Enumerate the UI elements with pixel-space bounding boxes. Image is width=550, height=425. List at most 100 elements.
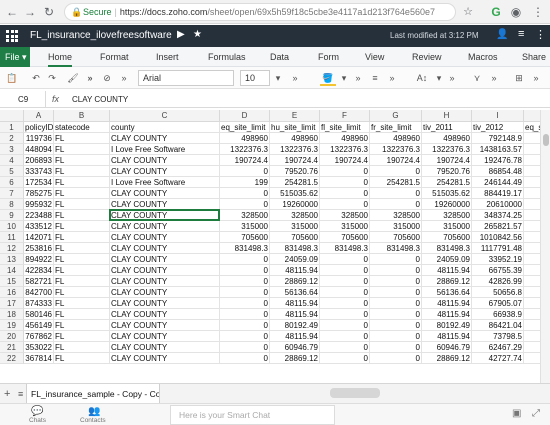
table-cell[interactable]: 498960 (422, 133, 472, 144)
table-cell[interactable]: CLAY COUNTY (110, 221, 220, 232)
row-header[interactable]: 16 (0, 287, 24, 298)
table-cell[interactable]: 0 (370, 265, 422, 276)
row-header[interactable]: 8 (0, 199, 24, 210)
tab-formulas[interactable]: Formulas (208, 47, 246, 67)
more-chevron-icon[interactable]: » (352, 70, 364, 86)
table-cell[interactable]: 246144.49 (472, 177, 524, 188)
header-cell[interactable]: tiv_2012 (472, 122, 524, 133)
table-cell[interactable]: FL (54, 309, 110, 320)
table-cell[interactable]: 48115.94 (270, 331, 320, 342)
table-cell[interactable]: FL (54, 166, 110, 177)
forward-icon[interactable]: → (22, 4, 38, 20)
table-cell[interactable]: 515035.62 (270, 188, 320, 199)
user-icon[interactable]: 👤 (496, 29, 508, 40)
header-cell[interactable]: fr_site_limit (370, 122, 422, 133)
table-cell[interactable]: FL (54, 199, 110, 210)
table-cell[interactable]: 0 (370, 342, 422, 353)
table-cell[interactable]: 80192.49 (270, 320, 320, 331)
undo-icon[interactable]: ↶ (30, 70, 42, 86)
table-cell[interactable]: 1438163.57 (472, 144, 524, 155)
table-cell[interactable]: 705600 (370, 232, 422, 243)
table-cell[interactable]: 0 (320, 353, 370, 364)
tab-macros[interactable]: Macros (468, 47, 498, 67)
table-cell[interactable]: 705600 (422, 232, 472, 243)
more-chevron-icon[interactable]: » (386, 70, 398, 86)
table-cell[interactable]: 190724.4 (220, 155, 270, 166)
font-size-select[interactable]: 10 (240, 70, 270, 86)
table-cell[interactable]: 995932 (24, 199, 54, 210)
table-cell[interactable]: 0 (320, 331, 370, 342)
table-cell[interactable]: 86854.48 (472, 166, 524, 177)
table-cell[interactable]: 0 (370, 199, 422, 210)
row-header[interactable]: 22 (0, 353, 24, 364)
header-cell[interactable]: eq_site_limit (220, 122, 270, 133)
tab-format[interactable]: Format (100, 47, 129, 67)
chats-label[interactable]: Chats (29, 417, 46, 424)
table-cell[interactable]: 0 (370, 254, 422, 265)
filter-icon[interactable]: ⋎ (470, 70, 484, 86)
more-icon[interactable]: ⋮ (535, 28, 546, 41)
header-cell[interactable]: tiv_2011 (422, 122, 472, 133)
paste-icon[interactable]: 📋 (6, 70, 18, 86)
table-cell[interactable] (524, 331, 540, 342)
table-cell[interactable] (524, 254, 540, 265)
fill-color-icon[interactable]: 🪣 (320, 70, 336, 86)
table-cell[interactable]: 0 (220, 276, 270, 287)
table-cell[interactable]: CLAY COUNTY (110, 199, 220, 210)
table-cell[interactable]: FL (54, 353, 110, 364)
table-cell[interactable]: FL (54, 144, 110, 155)
tab-data[interactable]: Data (270, 47, 289, 67)
table-cell[interactable]: 315000 (220, 221, 270, 232)
table-cell[interactable]: CLAY COUNTY (110, 166, 220, 177)
table-cell[interactable]: 582721 (24, 276, 54, 287)
table-cell[interactable] (524, 177, 540, 188)
table-cell[interactable]: CLAY COUNTY (110, 298, 220, 309)
table-cell[interactable]: 884419.17 (472, 188, 524, 199)
table-cell[interactable]: 328500 (270, 210, 320, 221)
table-cell[interactable]: FL (54, 265, 110, 276)
contacts-icon[interactable]: 👥 (88, 406, 100, 417)
table-cell[interactable]: 0 (320, 298, 370, 309)
table-cell[interactable]: 28869.12 (422, 353, 472, 364)
table-cell[interactable]: 0 (370, 276, 422, 287)
table-cell[interactable]: FL (54, 254, 110, 265)
table-cell[interactable]: 0 (220, 254, 270, 265)
contacts-label[interactable]: Contacts (80, 417, 106, 424)
table-cell[interactable]: CLAY COUNTY (110, 276, 220, 287)
sheet-list-icon[interactable]: ≡ (18, 384, 23, 404)
table-cell[interactable] (524, 276, 540, 287)
align-left-icon[interactable]: ≡ (368, 70, 382, 86)
table-cell[interactable]: FL (54, 276, 110, 287)
header-cell[interactable]: fl_site_limit (320, 122, 370, 133)
insert-icon[interactable]: ⊞ (512, 70, 526, 86)
table-cell[interactable]: 792148.9 (472, 133, 524, 144)
table-cell[interactable] (524, 166, 540, 177)
table-cell[interactable]: 48115.94 (270, 265, 320, 276)
row-header[interactable]: 15 (0, 276, 24, 287)
table-cell[interactable]: 315000 (422, 221, 472, 232)
table-cell[interactable]: FL (54, 243, 110, 254)
header-cell[interactable]: eq_site (524, 122, 540, 133)
settings-icon[interactable]: ≡ (518, 28, 524, 40)
table-cell[interactable]: 328500 (422, 210, 472, 221)
table-cell[interactable]: I Love Free Software (110, 144, 220, 155)
table-cell[interactable]: 79520.76 (422, 166, 472, 177)
horizontal-scroll-thumb[interactable] (330, 388, 380, 398)
table-cell[interactable]: 315000 (320, 221, 370, 232)
favorite-star-icon[interactable]: ★ (193, 29, 202, 40)
table-cell[interactable]: 60946.79 (270, 342, 320, 353)
table-cell[interactable]: 422834 (24, 265, 54, 276)
table-cell[interactable]: CLAY COUNTY (110, 133, 220, 144)
table-cell[interactable]: 190724.4 (422, 155, 472, 166)
table-cell[interactable]: 0 (220, 331, 270, 342)
table-cell[interactable]: 0 (370, 287, 422, 298)
table-cell[interactable]: 0 (370, 298, 422, 309)
table-cell[interactable]: FL (54, 155, 110, 166)
table-cell[interactable]: 315000 (270, 221, 320, 232)
table-cell[interactable]: 433512 (24, 221, 54, 232)
row-header[interactable]: 7 (0, 188, 24, 199)
table-cell[interactable]: 190724.4 (370, 155, 422, 166)
table-cell[interactable]: 328500 (220, 210, 270, 221)
table-cell[interactable]: 785275 (24, 188, 54, 199)
more-chevron-icon[interactable]: » (446, 70, 458, 86)
